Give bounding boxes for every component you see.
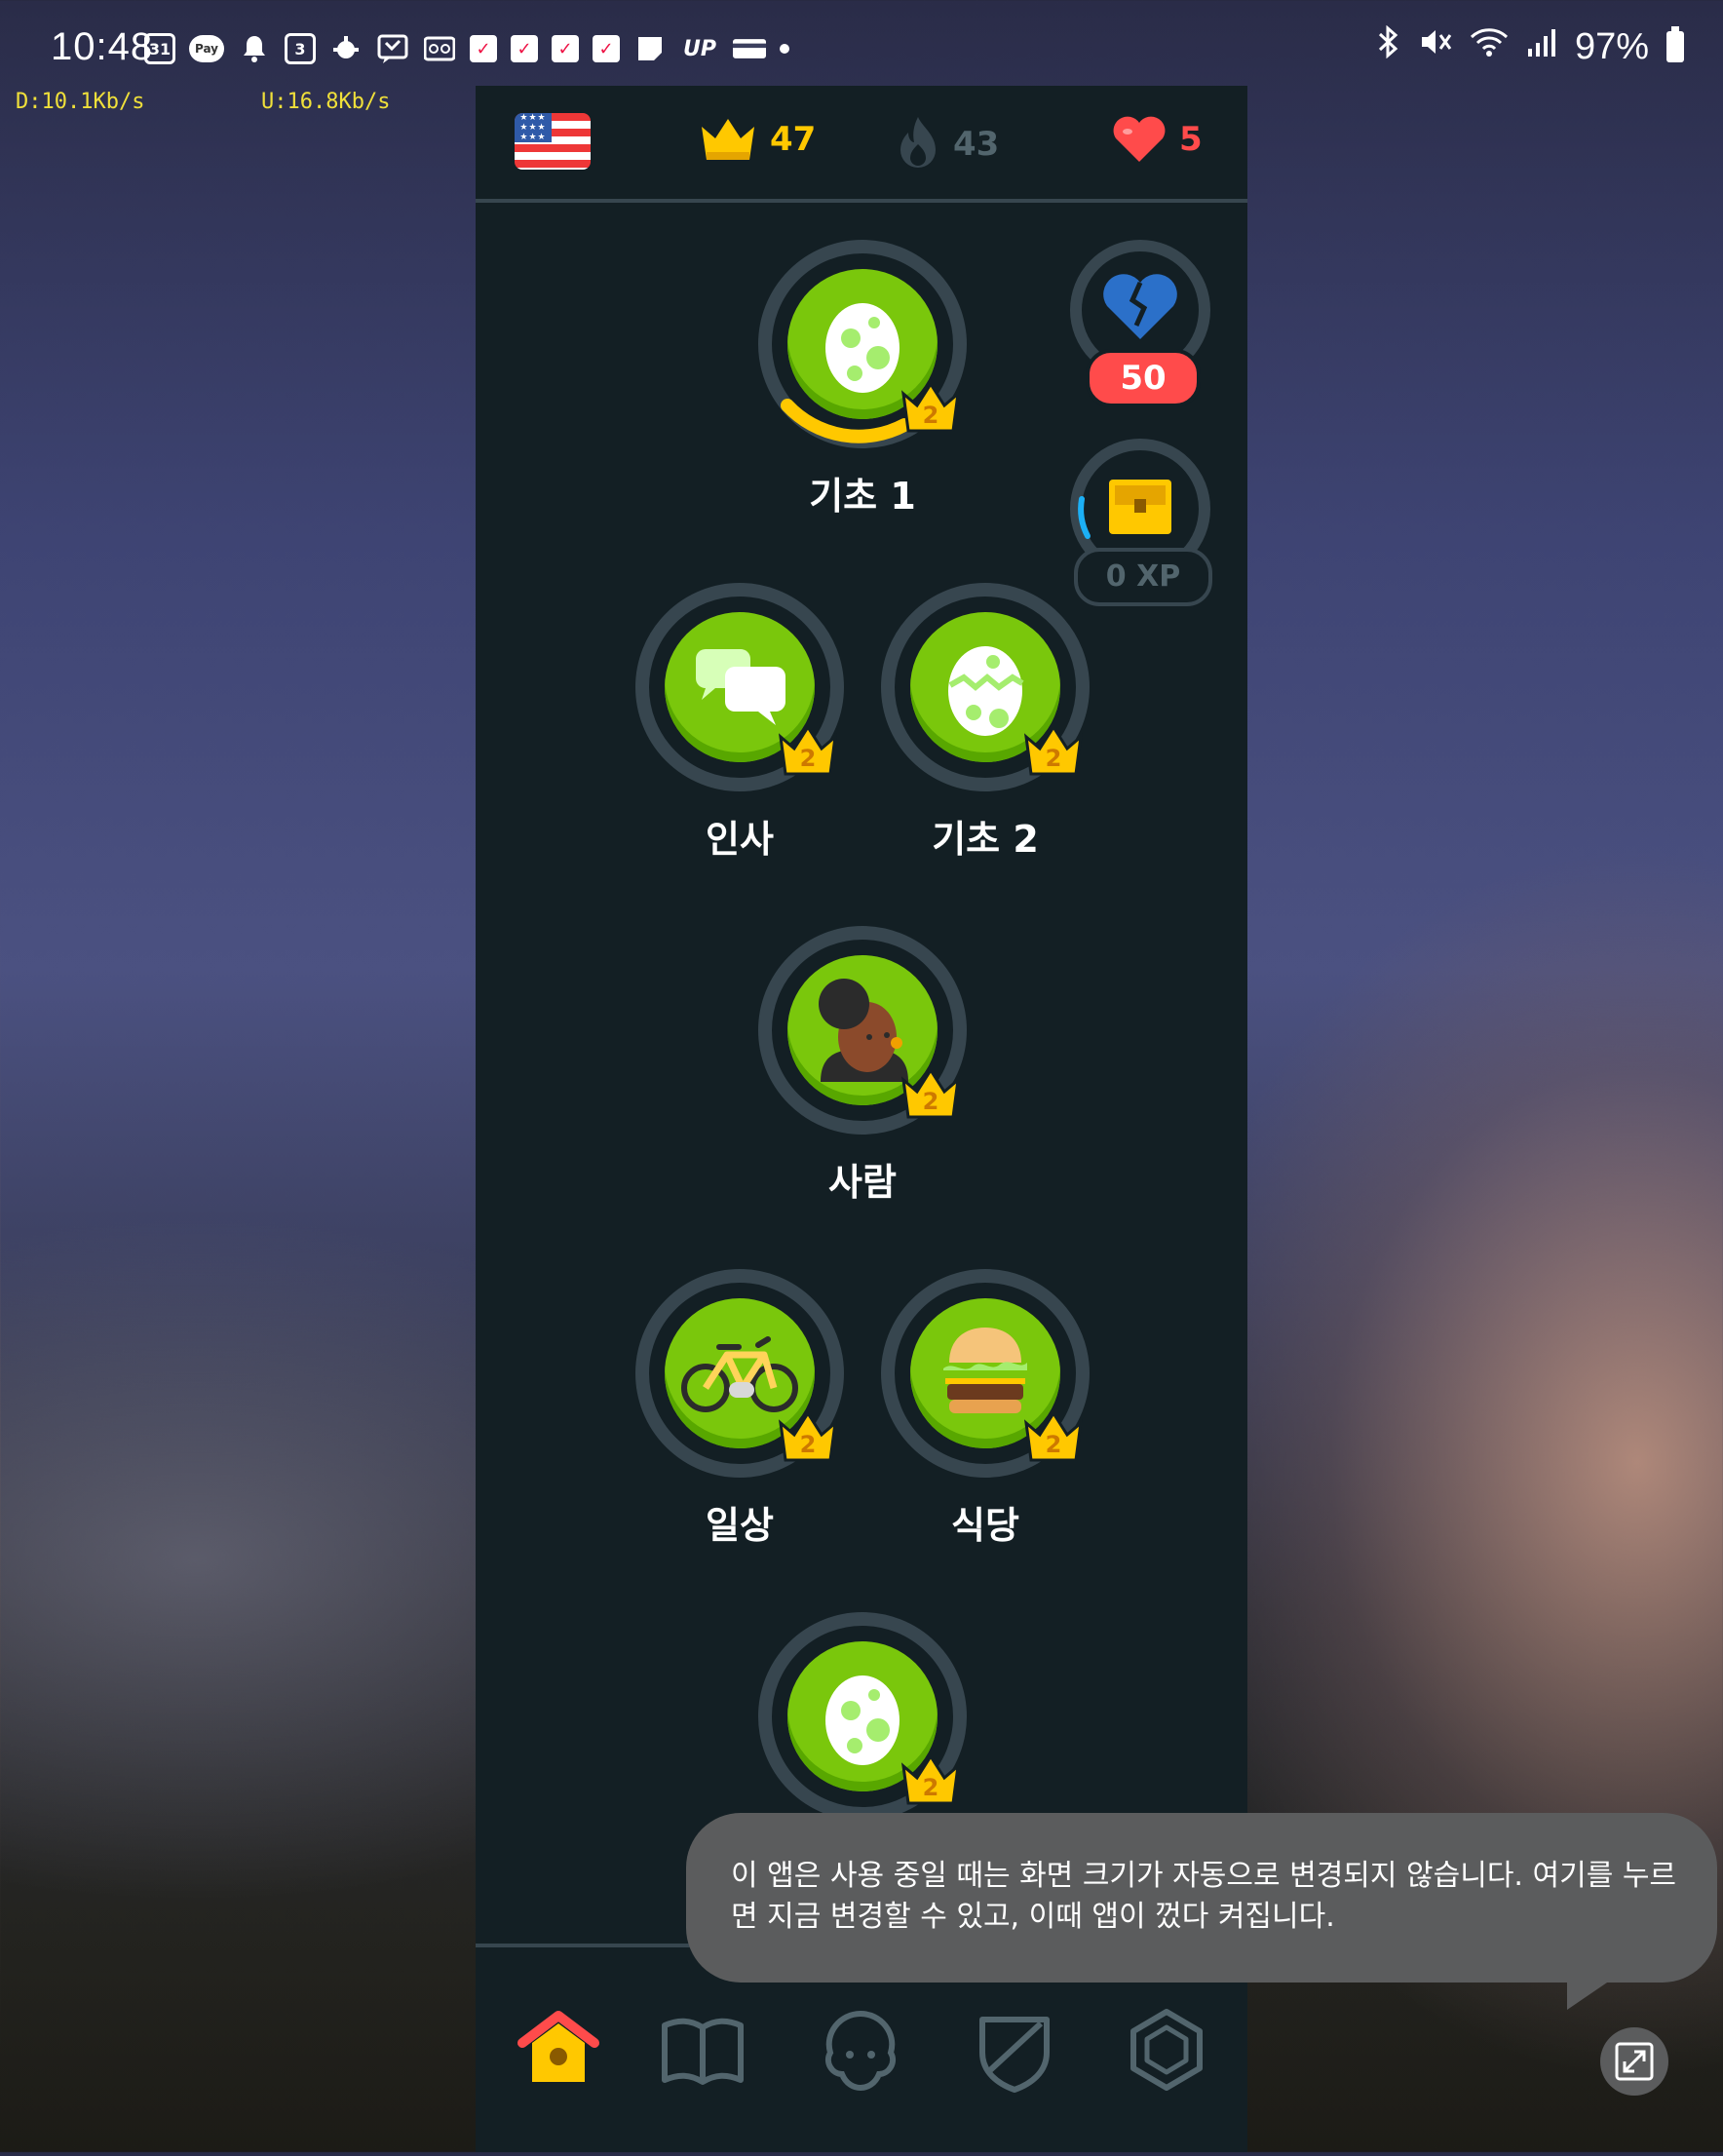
skill-label: 일상 [706,1504,774,1547]
us-flag-icon[interactable]: ★★★ ★★★ ★★★ [515,113,591,170]
mute-icon [1419,25,1452,68]
skill-label: 기초 2 [932,818,1039,861]
hearts-count: 5 [1179,120,1203,159]
voicemail-icon [423,32,456,65]
status-bar: 10:48 31 Pay 3 ✓ ✓ ✓ ✓ UP 97% [0,0,1723,88]
hearts-counter[interactable]: 5 [1111,115,1203,164]
heart-icon [1113,116,1166,162]
notification-icons: 31 Pay 3 ✓ ✓ ✓ ✓ UP [144,29,789,68]
crown-level-icon: 2 [1024,1411,1083,1462]
egg-icon [825,303,900,393]
egg-icon [825,1675,900,1765]
task-icon-2: ✓ [511,35,538,62]
profile-avatar-icon[interactable] [817,2006,904,2094]
home-icon[interactable] [515,2006,602,2094]
skill-node-daily-life[interactable]: 2 [635,1269,844,1478]
fire-icon [900,117,936,168]
skill-node-people[interactable]: 2 [758,926,967,1135]
clock: 10:48 [51,25,154,68]
up-icon: UP [683,36,716,61]
message-icon [376,32,409,65]
leaderboard-shield-icon[interactable] [971,2006,1058,2094]
burger-icon [943,1328,1027,1413]
xp-label: 0 XP [1074,548,1212,606]
crown-level-icon: 2 [779,1411,837,1462]
bluetooth-icon [1376,24,1401,68]
resize-app-button[interactable] [1600,2027,1668,2096]
wifi-icon [1470,25,1509,68]
crown-icon [702,119,754,160]
skill-node-greetings[interactable]: 2 [635,583,844,791]
skill-node-next[interactable]: 2 [758,1612,967,1821]
crown-level-icon: 2 [901,1754,960,1805]
crown-level: 2 [1046,1431,1062,1458]
expand-icon [1615,2042,1654,2081]
crown-level: 2 [1046,745,1062,772]
skill-label: 인사 [706,818,774,861]
streak-count: 43 [953,125,1000,164]
pay-icon: Pay [189,35,224,62]
battery-icon [1666,26,1684,62]
flag-stars: ★★★ ★★★ ★★★ [515,113,552,142]
crown-level: 2 [923,1088,939,1115]
crown-level-icon: 2 [901,382,960,433]
crown-level-icon: 2 [901,1068,960,1119]
card-icon [733,32,766,65]
download-speed: D:10.1Kb/s [16,90,145,114]
battery-percent: 97% [1574,25,1649,67]
crown-level: 2 [800,1431,817,1458]
crown-level-icon: 2 [1024,725,1083,776]
upload-speed: U:16.8Kb/s [261,90,391,114]
skill-node-restaurant[interactable]: 2 [881,1269,1090,1478]
streak-counter[interactable]: 43 [895,115,999,173]
crown-level: 2 [800,745,817,772]
toast-message: 이 앱은 사용 중일 때는 화면 크기가 자동으로 변경되지 않습니다. 여기를… [731,1859,1677,1934]
health-badge: 50 [1086,349,1201,407]
skill-node-basics-1[interactable]: 2 [758,240,967,448]
skill-label: 기초 1 [809,475,916,518]
broken-heart-icon [1103,274,1177,339]
sticky-note-icon [633,32,667,65]
crown-level: 2 [923,1774,939,1801]
skill-label: 식당 [951,1504,1019,1547]
crown-level-icon: 2 [779,725,837,776]
crown-level: 2 [923,402,939,429]
task-icon-3: ✓ [552,35,579,62]
crowns-count: 47 [770,120,817,159]
crowns-counter[interactable]: 47 [698,115,816,164]
task-icon-4: ✓ [593,35,620,62]
cracked-egg-icon [948,646,1024,736]
bicycle-icon [681,1336,798,1412]
chat-bubbles-icon [696,649,785,725]
calendar-small-icon: 3 [285,33,316,64]
bell-icon [238,32,271,65]
resize-toast[interactable]: 이 앱은 사용 중일 때는 화면 크기가 자동으로 변경되지 않습니다. 여기를… [686,1813,1717,2010]
shop-gem-icon[interactable] [1123,2006,1210,2094]
stories-book-icon[interactable] [659,2006,747,2094]
more-notifications-dot [780,44,789,54]
skill-node-basics-2[interactable]: 2 [881,583,1090,791]
signal-icon [1526,26,1557,68]
skill-label: 사람 [828,1161,897,1204]
gear-bug-icon [329,32,363,65]
system-indicators: 97% [1376,24,1684,68]
top-bar: ★★★ ★★★ ★★★ 47 43 5 [476,86,1247,203]
task-icon-1: ✓ [470,35,497,62]
calendar-icon: 31 [144,33,175,64]
